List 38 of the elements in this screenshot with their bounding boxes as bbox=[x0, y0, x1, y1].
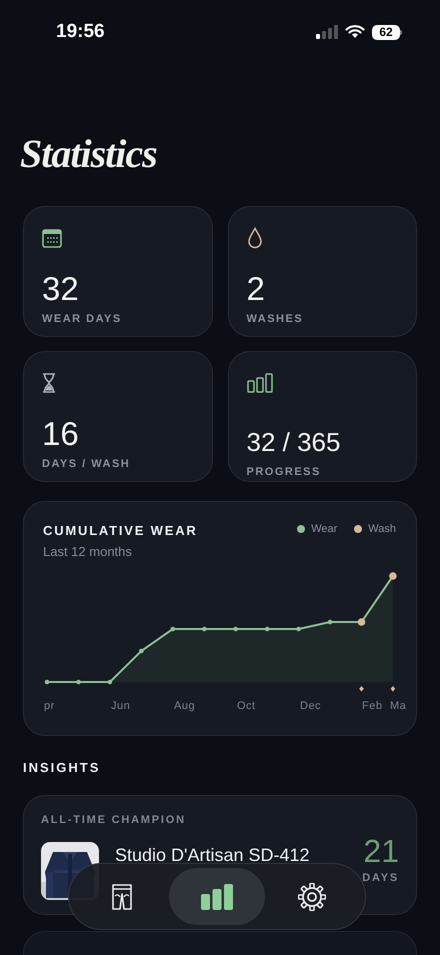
signal-icon bbox=[316, 25, 338, 39]
drop-icon bbox=[246, 227, 262, 249]
legend-label: Wash bbox=[368, 522, 396, 537]
legend-label: Wear bbox=[311, 522, 338, 537]
stat-label: PROGRESS bbox=[246, 465, 322, 480]
stat-label: WEAR DAYS bbox=[42, 312, 123, 327]
axis-label: Jun bbox=[111, 699, 130, 714]
item-name: Studio D'Artisan SD-412 bbox=[115, 845, 311, 865]
wifi-icon bbox=[345, 25, 365, 39]
settings-icon bbox=[298, 882, 326, 910]
card-label: ALL-TIME CHAMPION bbox=[41, 812, 187, 828]
axis-label: Oct bbox=[237, 699, 256, 714]
battery-level: 62 bbox=[372, 24, 400, 40]
chart-subtitle: Last 12 months bbox=[43, 542, 133, 560]
bars-icon bbox=[246, 373, 272, 393]
wash-marker bbox=[359, 686, 364, 692]
stat-value: 16 bbox=[42, 416, 80, 452]
chart-title: CUMULATIVE WEAR bbox=[43, 522, 198, 540]
axis-label: Dec bbox=[300, 699, 322, 714]
count-value: 21 bbox=[363, 834, 399, 868]
section-heading: INSIGHTS bbox=[23, 759, 102, 777]
status-time: 19:56 bbox=[56, 20, 105, 44]
stat-value: 32 / 365 bbox=[246, 426, 342, 459]
jeans-icon bbox=[110, 884, 133, 910]
axis-label: Feb bbox=[362, 699, 382, 714]
stat-value: 32 bbox=[42, 271, 80, 307]
axis-label: Ma bbox=[390, 699, 406, 714]
calendar-icon bbox=[42, 228, 62, 248]
bar-chart-icon bbox=[200, 884, 234, 910]
axis-label: pr bbox=[44, 699, 55, 714]
page-title: Statistics bbox=[20, 130, 158, 178]
wash-marker bbox=[390, 686, 396, 692]
axis-label: Aug bbox=[174, 699, 196, 714]
stat-label: WASHES bbox=[246, 312, 304, 327]
stat-label: DAYS / WASH bbox=[42, 457, 132, 472]
hourglass-icon bbox=[42, 373, 56, 393]
stat-value: 2 bbox=[246, 271, 266, 307]
count-unit: DAYS bbox=[362, 871, 399, 886]
